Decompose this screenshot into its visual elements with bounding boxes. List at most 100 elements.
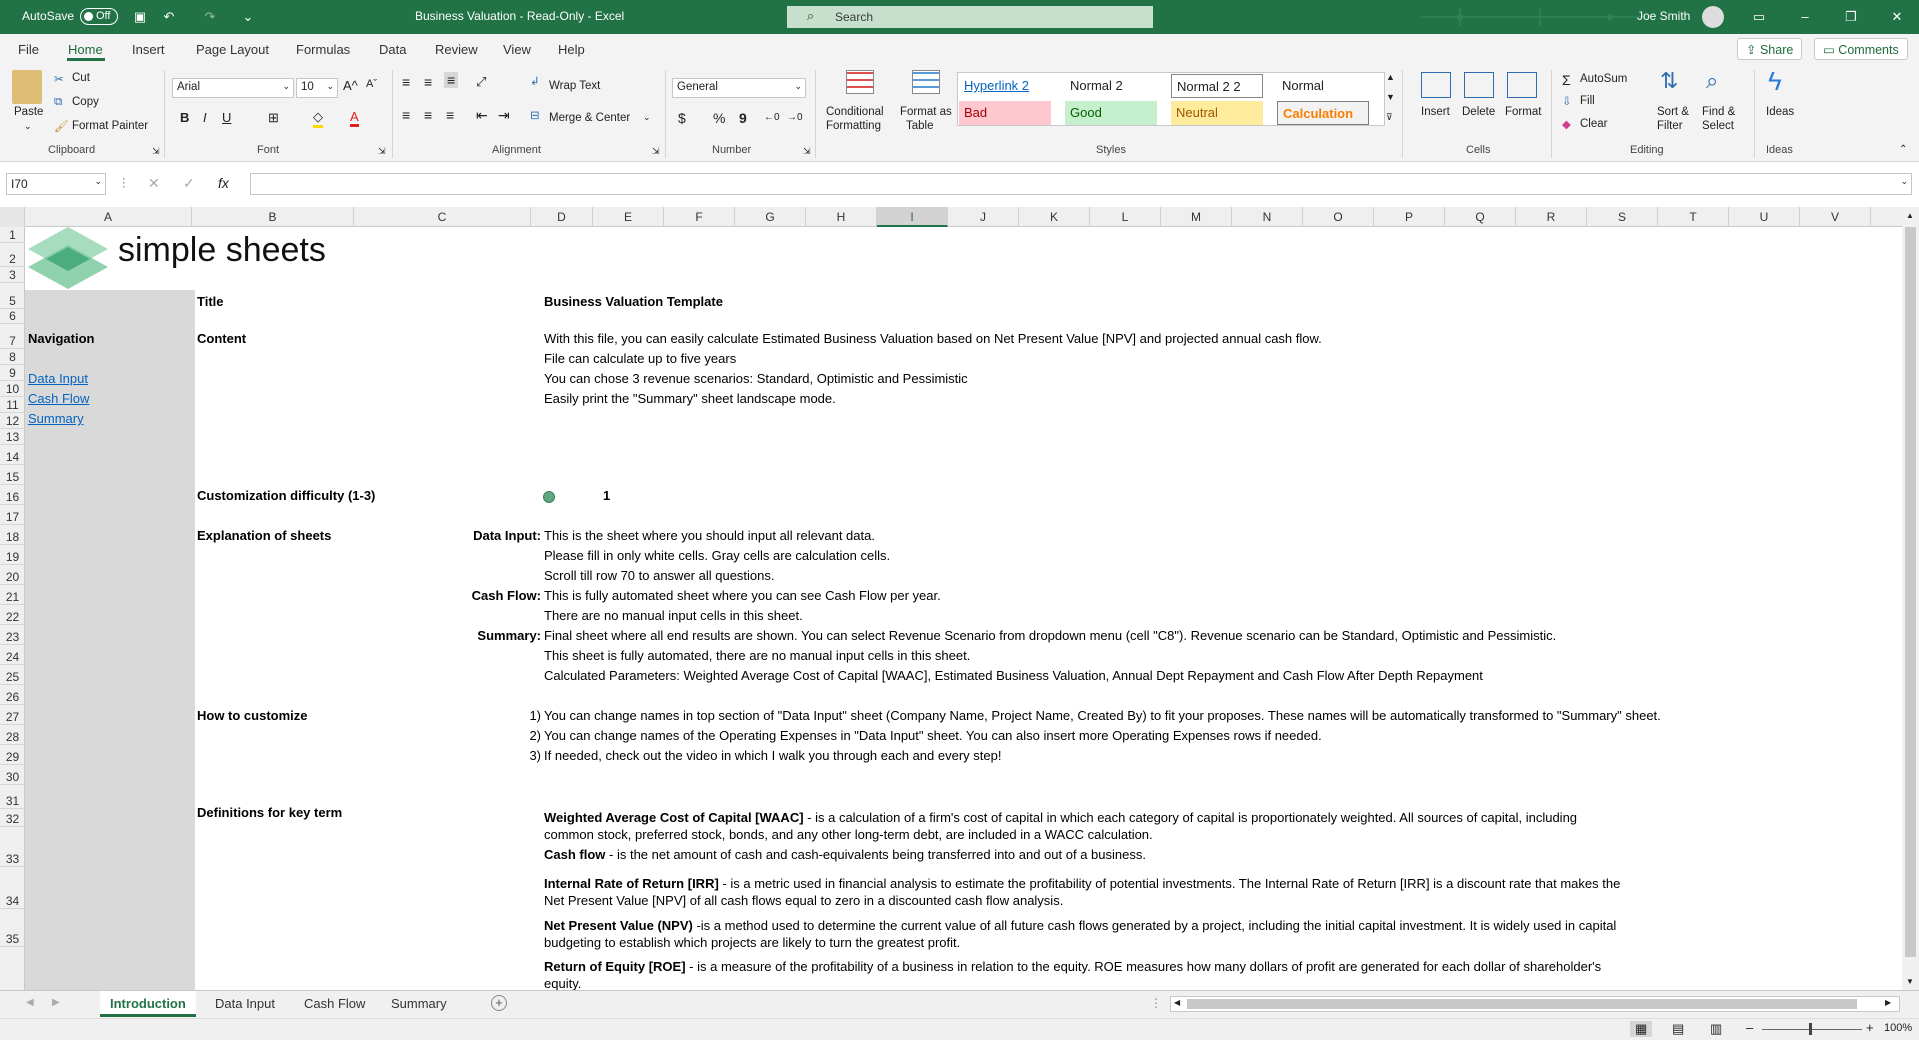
decrease-decimal-icon[interactable]: →0 [787, 112, 803, 123]
scroll-thumb[interactable] [1905, 227, 1916, 957]
style-calculation[interactable]: Calculation [1277, 101, 1369, 125]
save-icon[interactable]: ▣ [131, 8, 149, 26]
format-as-table-line2[interactable]: Table [906, 120, 934, 132]
align-left-icon[interactable]: ≡ [402, 107, 410, 123]
copy-button[interactable]: Copy [72, 96, 99, 108]
sheet-tab-summary[interactable]: Summary [381, 991, 457, 1017]
row-header[interactable]: 14 [0, 445, 25, 465]
underline-button[interactable]: U [222, 110, 231, 125]
font-color-icon[interactable]: A [350, 109, 359, 127]
gallery-more-icon[interactable]: ⊽ [1386, 112, 1393, 123]
font-size-combo[interactable]: 10 ⌄ [296, 78, 338, 98]
row-header[interactable]: 18 [0, 525, 25, 545]
horizontal-scrollbar[interactable]: ◀ ▶ [1170, 996, 1900, 1012]
style-neutral[interactable]: Neutral [1171, 101, 1263, 125]
tab-home[interactable]: Home [68, 42, 103, 57]
worksheet-grid[interactable]: simple sheets Navigation Data Input Cash… [25, 227, 1902, 990]
zoom-slider-thumb[interactable] [1809, 1023, 1812, 1035]
share-button[interactable]: ⇪ Share [1737, 38, 1803, 60]
clipboard-launcher-icon[interactable]: ⇲ [152, 146, 160, 157]
column-header[interactable]: A [25, 207, 192, 227]
nav-link-summary[interactable]: Summary [28, 411, 84, 426]
format-painter-button[interactable]: Format Painter [72, 120, 148, 132]
row-header[interactable]: 25 [0, 665, 25, 685]
page-layout-view-icon[interactable]: ▤ [1672, 1021, 1684, 1037]
tab-insert[interactable]: Insert [132, 42, 165, 57]
redo-icon[interactable]: ↷ [201, 8, 219, 26]
comma-button[interactable]: 9 [739, 110, 747, 126]
format-cells-icon[interactable] [1507, 72, 1537, 98]
font-name-combo[interactable]: Arial ⌄ [172, 78, 294, 98]
style-normal-2[interactable]: Normal 2 [1065, 74, 1157, 98]
column-header[interactable]: E [593, 207, 664, 227]
autosum-button[interactable]: AutoSum [1580, 73, 1627, 85]
column-header[interactable]: G [735, 207, 806, 227]
row-header[interactable]: 26 [0, 685, 25, 705]
row-header[interactable]: 34 [0, 867, 25, 909]
column-header[interactable]: U [1729, 207, 1800, 227]
column-header[interactable]: T [1658, 207, 1729, 227]
insert-button[interactable]: Insert [1421, 106, 1450, 118]
borders-icon[interactable]: ⊞ [268, 110, 279, 126]
chevron-down-icon[interactable]: ⌄ [643, 112, 651, 123]
row-header[interactable]: 6 [0, 309, 25, 324]
increase-decimal-icon[interactable]: ←0 [764, 112, 780, 123]
column-header[interactable]: B [192, 207, 354, 227]
scroll-left-icon[interactable]: ◀ [1174, 998, 1180, 1007]
gallery-down-icon[interactable]: ▼ [1386, 92, 1395, 102]
tab-view[interactable]: View [503, 42, 531, 57]
format-button[interactable]: Format [1505, 106, 1541, 118]
increase-font-icon[interactable]: A^ [343, 78, 358, 93]
row-header[interactable]: 20 [0, 565, 25, 585]
column-header[interactable]: K [1019, 207, 1090, 227]
align-center-icon[interactable]: ≡ [424, 107, 432, 123]
row-header[interactable]: 35 [0, 909, 25, 947]
style-good[interactable]: Good [1065, 101, 1157, 125]
row-header[interactable]: 28 [0, 725, 25, 745]
sort-filter-icon[interactable]: ⇅ [1660, 68, 1678, 94]
row-header[interactable]: 19 [0, 545, 25, 565]
page-break-view-icon[interactable]: ▥ [1710, 1021, 1722, 1037]
close-icon[interactable]: ✕ [1888, 8, 1906, 26]
paste-button[interactable]: Paste [14, 106, 43, 118]
bold-button[interactable]: B [180, 110, 189, 125]
column-header[interactable]: P [1374, 207, 1445, 227]
autosave-toggle[interactable]: Off [80, 8, 118, 25]
scroll-up-icon[interactable]: ▲ [1906, 211, 1914, 220]
format-as-table-icon[interactable] [912, 70, 940, 94]
fill-color-icon[interactable]: ◇ [313, 109, 323, 128]
row-header[interactable]: 11 [0, 397, 25, 413]
row-header[interactable]: 7 [0, 324, 25, 349]
paste-dropdown-icon[interactable]: ⌄ [24, 121, 32, 132]
increase-indent-icon[interactable]: ⇥ [498, 107, 510, 124]
row-header[interactable]: 2 [0, 243, 25, 267]
row-header[interactable]: 1 [0, 227, 25, 243]
conditional-formatting-line2[interactable]: Formatting [826, 120, 881, 132]
row-header[interactable]: 10 [0, 381, 25, 397]
conditional-formatting-line1[interactable]: Conditional [826, 106, 884, 118]
tab-formulas[interactable]: Formulas [296, 42, 350, 57]
zoom-out-icon[interactable]: – [1746, 1020, 1753, 1035]
cut-button[interactable]: Cut [72, 72, 90, 84]
row-header[interactable]: 29 [0, 745, 25, 765]
row-header[interactable]: 8 [0, 349, 25, 365]
insert-function-button[interactable]: fx [218, 175, 229, 191]
clear-button[interactable]: Clear [1580, 118, 1607, 130]
currency-button[interactable]: $ [678, 110, 686, 126]
h-scroll-thumb[interactable] [1187, 999, 1857, 1009]
column-header[interactable]: D [531, 207, 593, 227]
collapse-ribbon-icon[interactable]: ⌃ [1899, 144, 1907, 155]
row-header[interactable]: 23 [0, 625, 25, 645]
sheet-tab-cash-flow[interactable]: Cash Flow [294, 991, 375, 1017]
tab-splitter-icon[interactable]: ⋮ [1150, 996, 1162, 1010]
column-header[interactable]: S [1587, 207, 1658, 227]
zoom-level[interactable]: 100% [1884, 1022, 1912, 1034]
zoom-slider[interactable] [1762, 1029, 1862, 1030]
restore-icon[interactable]: ❐ [1842, 8, 1860, 26]
tab-data[interactable]: Data [379, 42, 406, 57]
search-box[interactable]: ⌕ Search [787, 6, 1153, 28]
italic-button[interactable]: I [203, 110, 207, 125]
column-header[interactable]: F [664, 207, 735, 227]
decrease-indent-icon[interactable]: ⇤ [476, 107, 488, 124]
next-sheet-icon[interactable]: ▶ [52, 997, 60, 1008]
